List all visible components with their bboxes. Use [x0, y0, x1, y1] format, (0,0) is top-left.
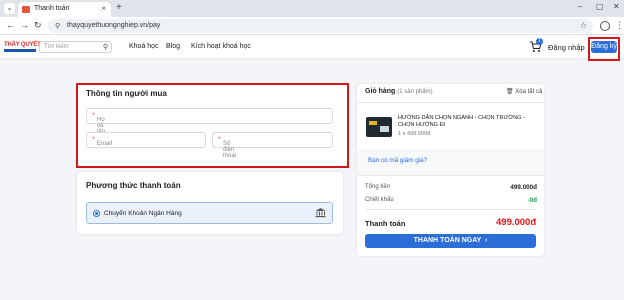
- tab-list-icon[interactable]: ⌄: [4, 3, 15, 14]
- nav-blog[interactable]: Blog: [166, 43, 180, 50]
- pay-now-button[interactable]: THANH TOÁN NGAY ›: [365, 234, 536, 248]
- bank-transfer-option[interactable]: Chuyển Khoản Ngân Hàng: [86, 202, 333, 224]
- address-bar[interactable]: ⚲ thayquyethuongnghiep.vn/pay ☆: [48, 19, 593, 33]
- profile-icon[interactable]: [600, 21, 610, 31]
- cart-divider: [357, 175, 544, 176]
- highlight-buyer-info: [76, 83, 349, 168]
- maximize-icon[interactable]: ▢: [596, 2, 604, 11]
- pay-now-label: THANH TOÁN NGAY: [413, 237, 482, 244]
- cart-item-count: (1 sản phẩm): [397, 89, 433, 95]
- browser-toolbar: ← → ↻ ⚲ thayquyethuongnghiep.vn/pay ☆ ⋮: [0, 17, 624, 35]
- forward-icon[interactable]: →: [20, 20, 29, 30]
- bookmark-star-icon[interactable]: ☆: [580, 21, 587, 30]
- cart-icon[interactable]: 1: [529, 38, 543, 53]
- search-placeholder: Tìm kiếm: [44, 44, 69, 50]
- total-label: Thanh toán: [365, 219, 406, 228]
- coupon-link[interactable]: Bạn có mã giảm giá?: [368, 157, 427, 164]
- site-header: THẦY QUYẾT Tìm kiếm ⚲ Khoá học Blog Kích…: [0, 35, 624, 59]
- discount-value: -0đ: [527, 197, 537, 204]
- bank-icon: [315, 208, 326, 218]
- radio-selected[interactable]: [93, 210, 100, 217]
- tab-title: Thanh toán: [34, 5, 70, 12]
- minimize-icon[interactable]: –: [578, 2, 582, 11]
- chevron-right-icon: ›: [485, 237, 488, 244]
- search-icon[interactable]: ⚲: [103, 43, 108, 51]
- favicon-icon: [22, 6, 30, 13]
- discount-label: Chiết khấu: [365, 197, 394, 203]
- trash-icon: 🗑: [506, 89, 514, 95]
- site-logo[interactable]: THẦY QUYẾT: [4, 42, 41, 53]
- search-input[interactable]: Tìm kiếm ⚲: [39, 41, 112, 53]
- cart-title: Giỏ hàng (1 sản phẩm): [365, 88, 433, 95]
- new-tab-icon[interactable]: +: [116, 2, 122, 13]
- cart-divider: [357, 102, 544, 103]
- browser-tab[interactable]: Thanh toán ×: [18, 2, 111, 17]
- reload-icon[interactable]: ↻: [34, 20, 42, 31]
- cart-count-badge: 1: [536, 38, 543, 45]
- highlight-register: [588, 37, 620, 61]
- course-price: 1 x 499.000đ: [398, 131, 431, 137]
- bank-transfer-label: Chuyển Khoản Ngân Hàng: [104, 210, 182, 217]
- login-link[interactable]: Đăng nhập: [548, 43, 585, 52]
- logo-bar: [4, 49, 36, 52]
- total-value: 499.000đ: [496, 217, 537, 228]
- back-icon[interactable]: ←: [6, 20, 15, 30]
- browser-tabbar: ⌄ Thanh toán × + – ▢ ✕: [0, 0, 624, 17]
- logo-text: THẦY QUYẾT: [4, 42, 41, 48]
- payment-method-title: Phương thức thanh toán: [86, 181, 181, 190]
- clear-all-label: Xóa tất cả: [515, 89, 543, 95]
- site-info-icon[interactable]: ⚲: [55, 22, 60, 30]
- subtotal-value: 499.000đ: [510, 184, 537, 191]
- window-close-icon[interactable]: ✕: [613, 2, 620, 11]
- clear-all-button[interactable]: 🗑 Xóa tất cả: [506, 88, 542, 95]
- url-text: thayquyethuongnghiep.vn/pay: [67, 22, 161, 29]
- tab-close-icon[interactable]: ×: [101, 4, 106, 13]
- subtotal-label: Tổng tiền: [365, 184, 391, 190]
- course-thumbnail[interactable]: [366, 117, 392, 137]
- course-name[interactable]: HƯỚNG DẪN CHỌN NGÀNH - CHỌN TRƯỜNG - CHỌ…: [398, 115, 534, 129]
- cart-title-text: Giỏ hàng: [365, 88, 396, 95]
- nav-activate-course[interactable]: Kích hoạt khoá học: [191, 43, 251, 50]
- browser-menu-icon[interactable]: ⋮: [615, 20, 624, 31]
- nav-courses[interactable]: Khoá học: [129, 43, 159, 50]
- totals-divider: [365, 209, 536, 210]
